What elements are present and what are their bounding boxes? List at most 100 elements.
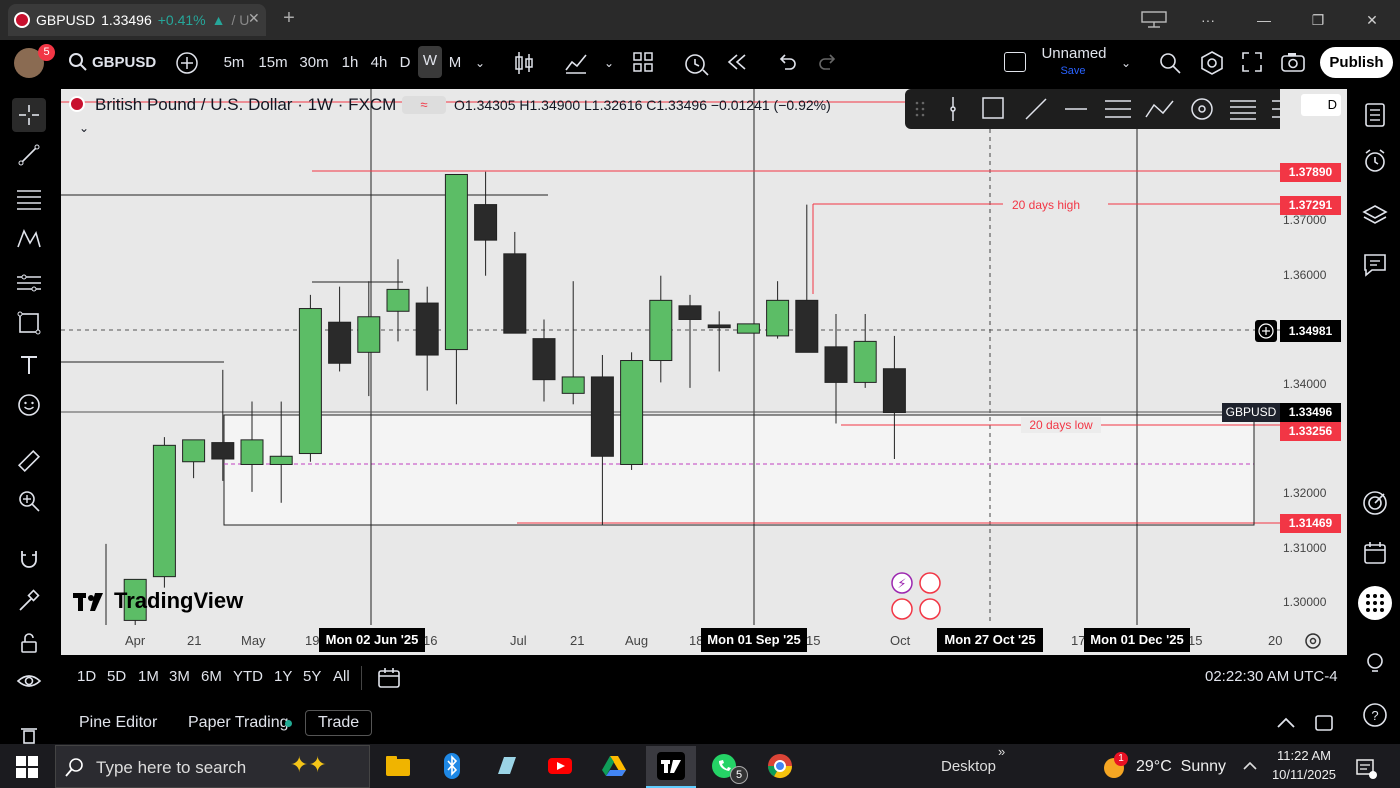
zoom-in-icon[interactable] bbox=[12, 484, 46, 518]
interval-5m[interactable]: 5m bbox=[220, 48, 248, 78]
interval-m[interactable]: M bbox=[446, 48, 464, 78]
fullscreen-icon[interactable] bbox=[1241, 51, 1263, 73]
price-chart[interactable]: 20 days high 20 days low ⚡ bbox=[61, 89, 1347, 655]
layouts-icon[interactable] bbox=[632, 51, 654, 73]
magnet-icon[interactable] bbox=[12, 542, 46, 576]
time-tick: 15 bbox=[806, 633, 821, 648]
publish-button[interactable]: Publish bbox=[1320, 47, 1393, 78]
chrome-icon[interactable] bbox=[766, 752, 794, 780]
target-icon[interactable] bbox=[1358, 486, 1392, 520]
layout-checkbox-icon[interactable] bbox=[1004, 52, 1026, 72]
paper-trading-tab[interactable]: Paper Trading bbox=[188, 714, 289, 732]
range-5y[interactable]: 5Y bbox=[303, 668, 321, 685]
close-icon[interactable]: ✕ bbox=[1360, 10, 1384, 30]
chat-icon[interactable] bbox=[1358, 248, 1392, 282]
calendar-icon[interactable] bbox=[1358, 536, 1392, 570]
lock-drawing-icon[interactable] bbox=[12, 584, 46, 618]
new-tab-icon[interactable]: + bbox=[278, 7, 300, 29]
interval-4h[interactable]: 4h bbox=[367, 48, 391, 78]
collapse-panel-icon[interactable] bbox=[1275, 712, 1297, 734]
replay-icon[interactable] bbox=[726, 51, 748, 73]
interval-dropdown-icon[interactable]: ⌄ bbox=[471, 48, 489, 78]
pattern-tool-icon[interactable] bbox=[12, 222, 46, 256]
interval-1h[interactable]: 1h bbox=[338, 48, 362, 78]
trendline-tool-icon[interactable] bbox=[12, 138, 46, 172]
indicators-dropdown-icon[interactable]: ⌄ bbox=[600, 48, 618, 78]
eye-icon[interactable] bbox=[12, 664, 46, 698]
tray-chevron-icon[interactable] bbox=[1240, 756, 1260, 776]
desktop-expand-icon[interactable]: » bbox=[998, 744, 1005, 759]
alert-icon[interactable] bbox=[683, 50, 709, 76]
windows-start-icon[interactable] bbox=[16, 756, 38, 778]
bluetooth-icon[interactable] bbox=[438, 752, 466, 780]
add-symbol-icon[interactable] bbox=[175, 51, 199, 75]
quick-search-icon[interactable] bbox=[1157, 50, 1183, 76]
range-1y[interactable]: 1Y bbox=[274, 668, 292, 685]
prediction-tool-icon[interactable] bbox=[12, 266, 46, 300]
file-explorer-icon[interactable] bbox=[384, 752, 412, 780]
time-marker: Mon 01 Dec '25 bbox=[1084, 628, 1190, 652]
tab-close-icon[interactable]: ✕ bbox=[248, 10, 264, 26]
crosshair-tool-icon[interactable] bbox=[12, 98, 46, 132]
undo-icon[interactable] bbox=[776, 51, 798, 73]
lock-icon[interactable] bbox=[12, 626, 46, 660]
range-all[interactable]: All bbox=[333, 668, 350, 685]
interval-d[interactable]: D bbox=[396, 48, 414, 78]
range-3m[interactable]: 3M bbox=[169, 668, 190, 685]
trade-tab[interactable]: Trade bbox=[305, 710, 373, 736]
interval-30m[interactable]: 30m bbox=[297, 48, 331, 78]
restore-icon[interactable]: ❐ bbox=[1306, 10, 1330, 30]
text-tool-icon[interactable] bbox=[12, 348, 46, 382]
app-icon[interactable] bbox=[492, 752, 520, 780]
layout-save[interactable]: Save bbox=[1040, 64, 1106, 78]
chart-legend-title[interactable]: British Pound / U.S. Dollar · 1W · FXCM bbox=[95, 95, 396, 115]
symbol-search[interactable]: GBPUSD bbox=[92, 48, 156, 78]
desktop-toolbar-label[interactable]: Desktop bbox=[941, 758, 996, 775]
browser-tab[interactable]: GBPUSD 1.33496 +0.41% ▲ / U bbox=[8, 4, 266, 36]
taskbar-time[interactable]: 11:22 AM bbox=[1276, 748, 1332, 763]
range-5d[interactable]: 5D bbox=[107, 668, 126, 685]
more-icon[interactable]: ··· bbox=[1196, 10, 1220, 30]
notification-center-icon[interactable] bbox=[1354, 756, 1378, 780]
desktop-icon[interactable] bbox=[1140, 10, 1168, 30]
search-icon[interactable] bbox=[68, 52, 88, 72]
redo-icon[interactable] bbox=[817, 51, 839, 73]
google-drive-icon[interactable] bbox=[600, 752, 628, 780]
data-status-icon[interactable]: ≈ bbox=[402, 96, 446, 114]
legend-collapse-icon[interactable]: ⌄ bbox=[79, 121, 89, 135]
range-ytd[interactable]: YTD bbox=[233, 668, 263, 685]
add-price-alert-icon[interactable] bbox=[1255, 320, 1277, 342]
layers-icon[interactable] bbox=[1358, 198, 1392, 232]
interval-w[interactable]: W bbox=[418, 46, 442, 78]
chart-settings-icon[interactable] bbox=[1303, 631, 1323, 651]
range-1d[interactable]: 1D bbox=[77, 668, 96, 685]
minimize-icon[interactable]: — bbox=[1252, 10, 1276, 30]
camera-icon[interactable] bbox=[1280, 51, 1306, 73]
layout-dropdown-icon[interactable]: ⌄ bbox=[1118, 48, 1134, 78]
lightbulb-icon[interactable] bbox=[1358, 646, 1392, 680]
interval-15m[interactable]: 15m bbox=[256, 48, 290, 78]
currency-selector-icon[interactable]: D bbox=[1301, 94, 1341, 116]
candle-style-icon[interactable] bbox=[512, 50, 536, 76]
fib-tool-icon[interactable] bbox=[12, 182, 46, 216]
settings-icon[interactable] bbox=[1199, 50, 1225, 76]
alarm-clock-icon[interactable] bbox=[1358, 144, 1392, 178]
help-icon[interactable]: ? bbox=[1358, 698, 1392, 732]
apps-grid-icon[interactable] bbox=[1358, 586, 1392, 620]
chart-pane[interactable]: 20 days high 20 days low ⚡ British Pound… bbox=[61, 89, 1347, 655]
range-1m[interactable]: 1M bbox=[138, 668, 159, 685]
ruler-tool-icon[interactable] bbox=[12, 444, 46, 478]
brush-tool-icon[interactable] bbox=[12, 306, 46, 340]
weather-text[interactable]: 29°C Sunny bbox=[1136, 758, 1226, 776]
range-6m[interactable]: 6M bbox=[201, 668, 222, 685]
indicators-icon[interactable] bbox=[563, 50, 589, 76]
maximize-panel-icon[interactable] bbox=[1313, 712, 1335, 734]
layout-name[interactable]: Unnamed bbox=[1040, 44, 1108, 64]
pine-editor-tab[interactable]: Pine Editor bbox=[79, 714, 157, 732]
watchlist-icon[interactable] bbox=[1358, 98, 1392, 132]
goto-date-icon[interactable] bbox=[377, 666, 401, 690]
youtube-icon[interactable] bbox=[546, 752, 574, 780]
taskbar-date[interactable]: 10/11/2025 bbox=[1270, 767, 1338, 782]
emoji-tool-icon[interactable] bbox=[12, 388, 46, 422]
chart-clock[interactable]: 02:22:30 AM UTC-4 bbox=[1205, 668, 1338, 685]
